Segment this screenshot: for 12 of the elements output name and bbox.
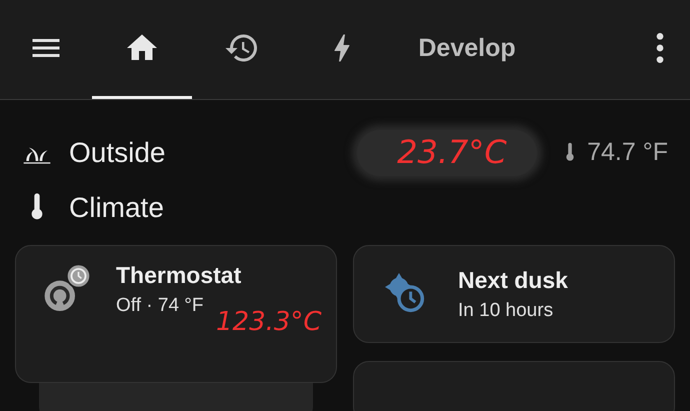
handwritten-note: 23.7°C [397, 132, 507, 172]
card-state: Off · 74 °F [116, 295, 204, 317]
card-state: In 10 hours [458, 300, 554, 322]
section-title: Climate [69, 192, 164, 224]
handwritten-note: 123.3°C [216, 306, 322, 339]
entity-card[interactable]: Thermostat Off · 74 °F 123.3°C [15, 245, 337, 383]
section-title: Outside [69, 136, 166, 168]
card-title: Next dusk [458, 266, 568, 294]
temperature-value: 74.7 °F [587, 138, 668, 167]
card-title: Thermostat [116, 262, 242, 289]
more-icon [656, 33, 664, 63]
entity-card[interactable]: Next dusk In 10 hours [353, 245, 675, 343]
